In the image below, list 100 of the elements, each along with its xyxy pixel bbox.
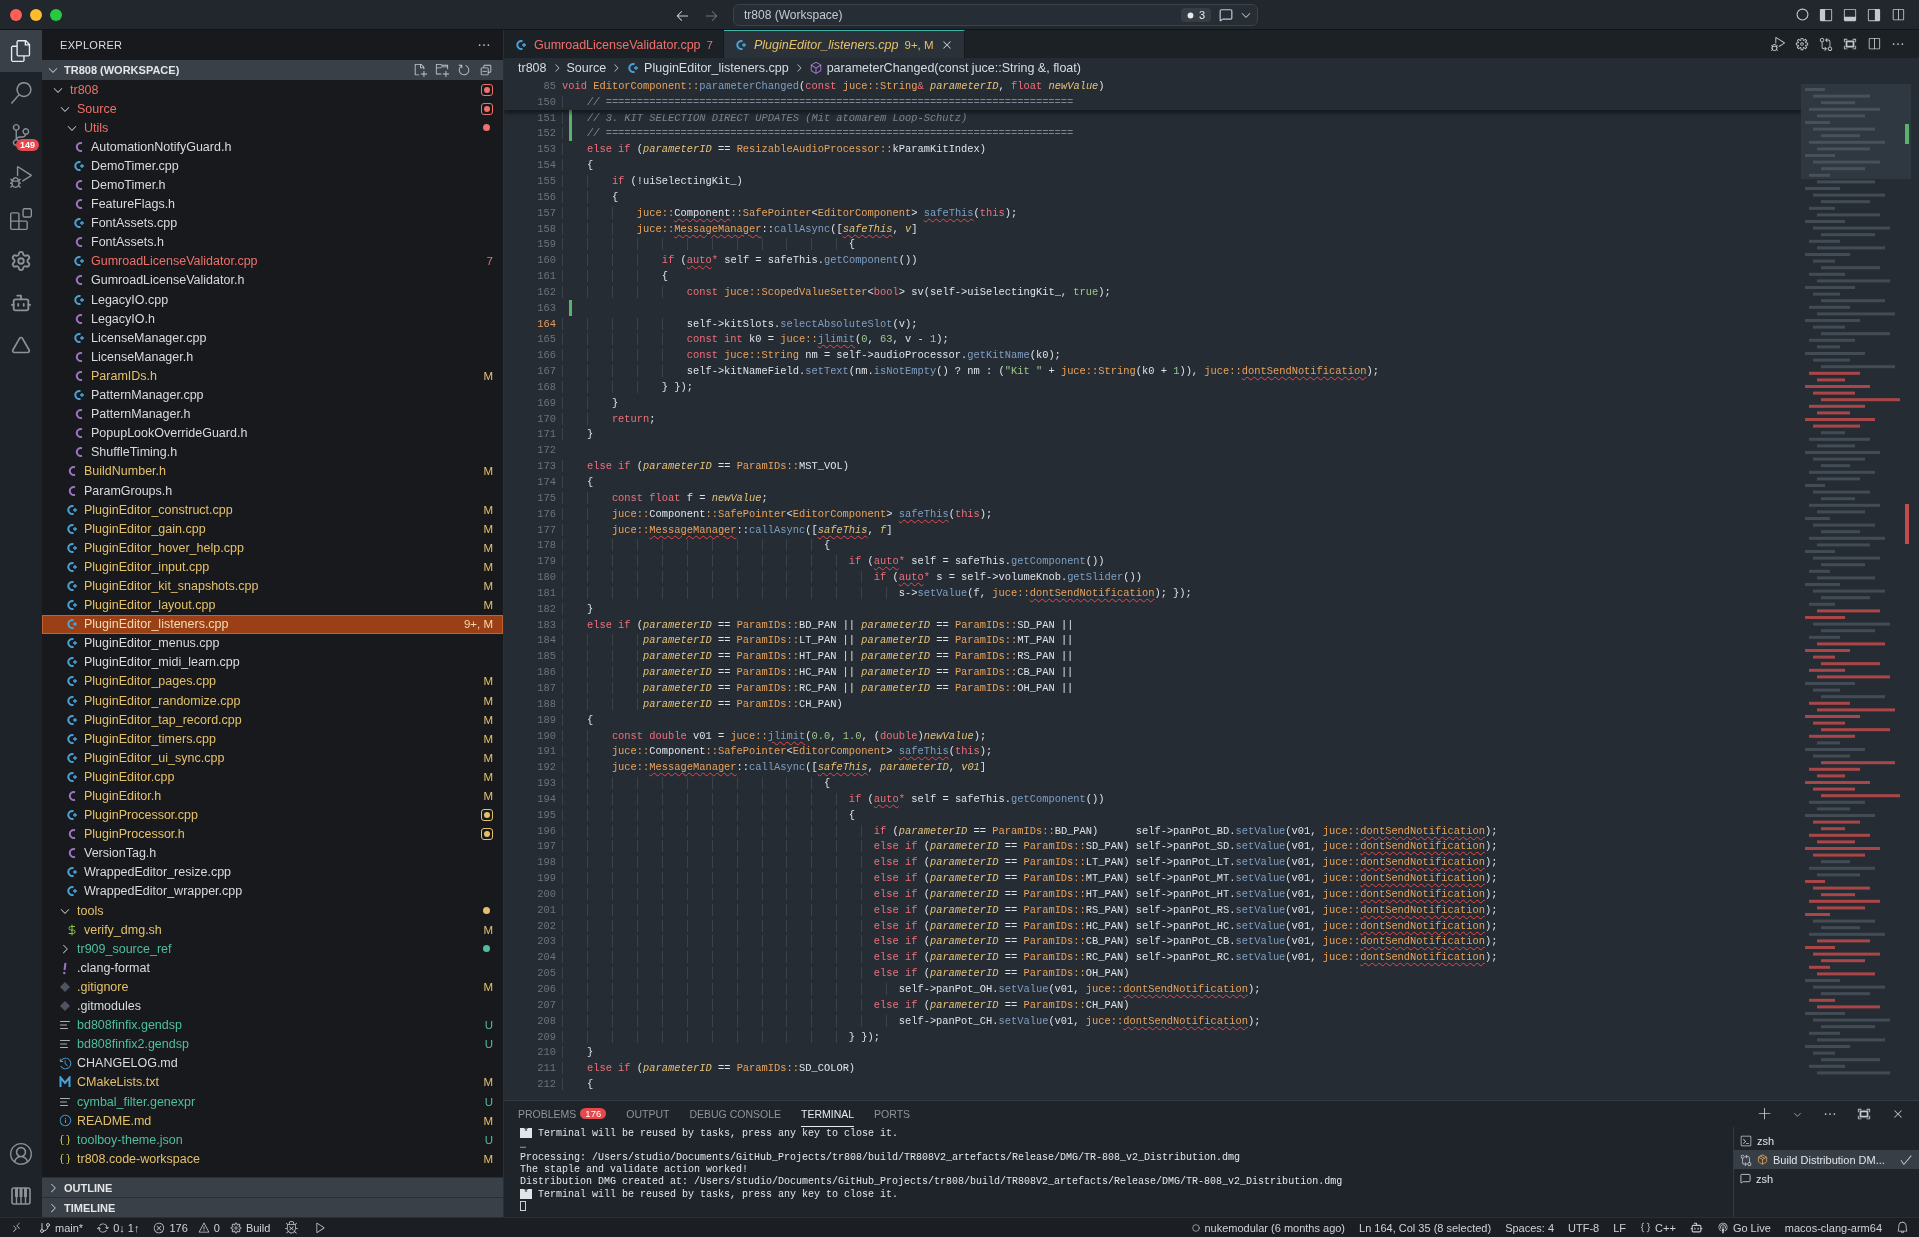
tree-item[interactable]: verify_dmg.sh M	[42, 920, 503, 940]
status-item[interactable]: 176	[146, 1221, 191, 1234]
compare-icon[interactable]	[1819, 37, 1833, 51]
tree-item[interactable]: ParamIDs.h M	[42, 366, 503, 386]
tree-item[interactable]: VersionTag.h	[42, 843, 503, 863]
tree-item[interactable]: PatternManager.cpp	[42, 385, 503, 405]
tree-item[interactable]: PluginEditor_hover_help.cpp M	[42, 538, 503, 558]
tree-item[interactable]: PatternManager.h	[42, 404, 503, 424]
tree-item[interactable]: AutomationNotifyGuard.h	[42, 137, 503, 157]
tree-item[interactable]: PluginEditor_construct.cpp M	[42, 500, 503, 520]
tree-item[interactable]: GumroadLicenseValidator.h	[42, 270, 503, 291]
chat-icon[interactable]	[1219, 8, 1233, 22]
tree-item[interactable]: WrappedEditor_wrapper.cpp	[42, 881, 503, 902]
add-icon[interactable]	[1758, 1107, 1772, 1121]
tree-item[interactable]: LicenseManager.cpp	[42, 328, 503, 348]
maximize-icon[interactable]	[1857, 1107, 1871, 1121]
bug-icon[interactable]	[285, 1221, 299, 1234]
tree-item[interactable]: DemoTimer.cpp	[42, 156, 503, 176]
panel-tab[interactable]: PORTS	[874, 1101, 911, 1127]
new-file-icon[interactable]	[413, 63, 427, 77]
section-header[interactable]: TIMELINE	[42, 1197, 503, 1217]
new-folder-icon[interactable]	[435, 63, 449, 77]
tree-item[interactable]: BuildNumber.h M	[42, 461, 503, 481]
full-screen-icon[interactable]	[1843, 37, 1857, 51]
tree-item[interactable]: PluginEditor_midi_learn.cpp	[42, 652, 503, 672]
tree-item[interactable]: PluginEditor_ui_sync.cpp M	[42, 748, 503, 768]
tree-item[interactable]: PluginEditor_gain.cpp M	[42, 519, 503, 539]
breadcrumb[interactable]: tr808	[518, 61, 547, 75]
tree-item[interactable]: LicenseManager.h	[42, 347, 503, 367]
panel-tab[interactable]: OUTPUT	[626, 1101, 670, 1127]
tree-item[interactable]: FontAssets.cpp	[42, 213, 503, 233]
tree-item[interactable]: bd808finfix.gendsp U	[42, 1015, 503, 1035]
tree-item[interactable]: PluginProcessor.cpp	[42, 805, 503, 825]
breadcrumb[interactable]: parameterChanged(const juce::String &, float)	[826, 61, 1081, 75]
tree-item[interactable]: PluginEditor_menus.cpp	[42, 633, 503, 653]
tree-item[interactable]: README.md M	[42, 1111, 503, 1131]
split-icon[interactable]	[1891, 7, 1905, 22]
tree-item[interactable]: PluginEditor_randomize.cpp M	[42, 691, 503, 711]
status-item[interactable]: UTF-8	[1561, 1221, 1607, 1234]
tree-item[interactable]: tools	[42, 901, 503, 921]
tree-item[interactable]: .clang-format	[42, 958, 503, 978]
tree-item[interactable]: PopupLookOverrideGuard.h	[42, 423, 503, 443]
tree-item[interactable]: PluginEditor_listeners.cpp 9+, M	[42, 614, 503, 634]
tree-item[interactable]: .gitmodules	[42, 996, 503, 1016]
circle-icon[interactable]	[1796, 8, 1809, 21]
tree-item[interactable]: LegacyIO.h	[42, 309, 503, 329]
tree-item[interactable]: PluginEditor_tap_record.cpp M	[42, 710, 503, 730]
activity-button[interactable]	[0, 30, 42, 72]
status-item[interactable]: Spaces: 4	[1498, 1221, 1562, 1234]
minimize-window-button[interactable]	[30, 8, 42, 21]
panel-tab[interactable]: DEBUG CONSOLE	[689, 1101, 781, 1127]
activity-button[interactable]: 149	[0, 114, 42, 156]
panel-tab[interactable]: PROBLEMS 176	[518, 1101, 607, 1127]
status-item[interactable]: LF	[1606, 1221, 1634, 1234]
tree-item[interactable]: Source	[42, 99, 503, 119]
maximize-window-button[interactable]	[50, 8, 62, 21]
tree-item[interactable]: toolboy-theme.json U	[42, 1130, 503, 1150]
tree-item[interactable]: PluginEditor_pages.cpp M	[42, 671, 503, 691]
tree-item[interactable]: FontAssets.h	[42, 232, 503, 252]
tree-item[interactable]: Utils	[42, 118, 503, 138]
tree-item[interactable]: DemoTimer.h	[42, 175, 503, 195]
tree-item[interactable]: ShuffleTiming.h	[42, 442, 503, 462]
tree-item[interactable]: bd808finfix2.gendsp U	[42, 1034, 503, 1054]
status-item[interactable]: 0	[190, 1221, 223, 1234]
tree-item[interactable]: PluginEditor.cpp M	[42, 767, 503, 787]
status-item[interactable]: Go Live	[1709, 1221, 1778, 1234]
bell-icon[interactable]	[1896, 1221, 1909, 1234]
tree-item[interactable]: WrappedEditor_resize.cpp	[42, 862, 503, 882]
tree-item[interactable]: CHANGELOG.md	[42, 1053, 503, 1073]
run-icon[interactable]	[1771, 37, 1785, 51]
breadcrumb[interactable]: PluginEditor_listeners.cpp	[644, 61, 789, 75]
terminal-session[interactable]: zsh	[1734, 1131, 1919, 1150]
robot-icon[interactable]	[1689, 1221, 1703, 1234]
split-editor-icon[interactable]	[1867, 37, 1881, 51]
editor-tab[interactable]: PluginEditor_listeners.cpp 9+, M	[723, 30, 965, 58]
tree-item[interactable]: cymbal_filter.genexpr U	[42, 1091, 503, 1112]
collapse-icon[interactable]	[479, 63, 493, 77]
settings-icon[interactable]	[1795, 37, 1809, 51]
sidebar-toggle-icon[interactable]	[1867, 7, 1881, 22]
tree-item[interactable]: GumroadLicenseValidator.cpp 7	[42, 251, 503, 271]
tree-item[interactable]: CMakeLists.txt M	[42, 1072, 503, 1092]
panel-tab[interactable]: TERMINAL	[801, 1101, 855, 1127]
tree-item[interactable]: PluginEditor_layout.cpp M	[42, 595, 503, 615]
tree-item[interactable]: tr808.code-workspace M	[42, 1149, 503, 1169]
tree-item[interactable]: PluginProcessor.h	[42, 824, 503, 844]
tree-item[interactable]: tr808	[42, 80, 503, 100]
tree-item[interactable]: LegacyIO.cpp	[42, 290, 503, 310]
tree-item[interactable]: PluginEditor_input.cpp M	[42, 557, 503, 577]
status-item[interactable]: Ln 164, Col 35 (8 selected)	[1352, 1221, 1499, 1234]
tree-item[interactable]: .gitignore M	[42, 977, 503, 997]
panel-toggle-icon[interactable]	[1843, 7, 1857, 22]
section-header[interactable]: OUTLINE	[42, 1177, 503, 1197]
breadcrumb[interactable]: Source	[566, 61, 607, 75]
status-item[interactable]: 0↓ 1↑	[90, 1221, 147, 1234]
changes-badge[interactable]: 3	[1180, 8, 1211, 22]
tree-item[interactable]: FeatureFlags.h	[42, 194, 503, 214]
refresh-icon[interactable]	[457, 63, 471, 77]
terminal-session[interactable]: zsh	[1734, 1169, 1919, 1188]
status-item[interactable]: Build	[222, 1221, 278, 1234]
editor-tab[interactable]: GumroadLicenseValidator.cpp 7	[504, 30, 724, 58]
